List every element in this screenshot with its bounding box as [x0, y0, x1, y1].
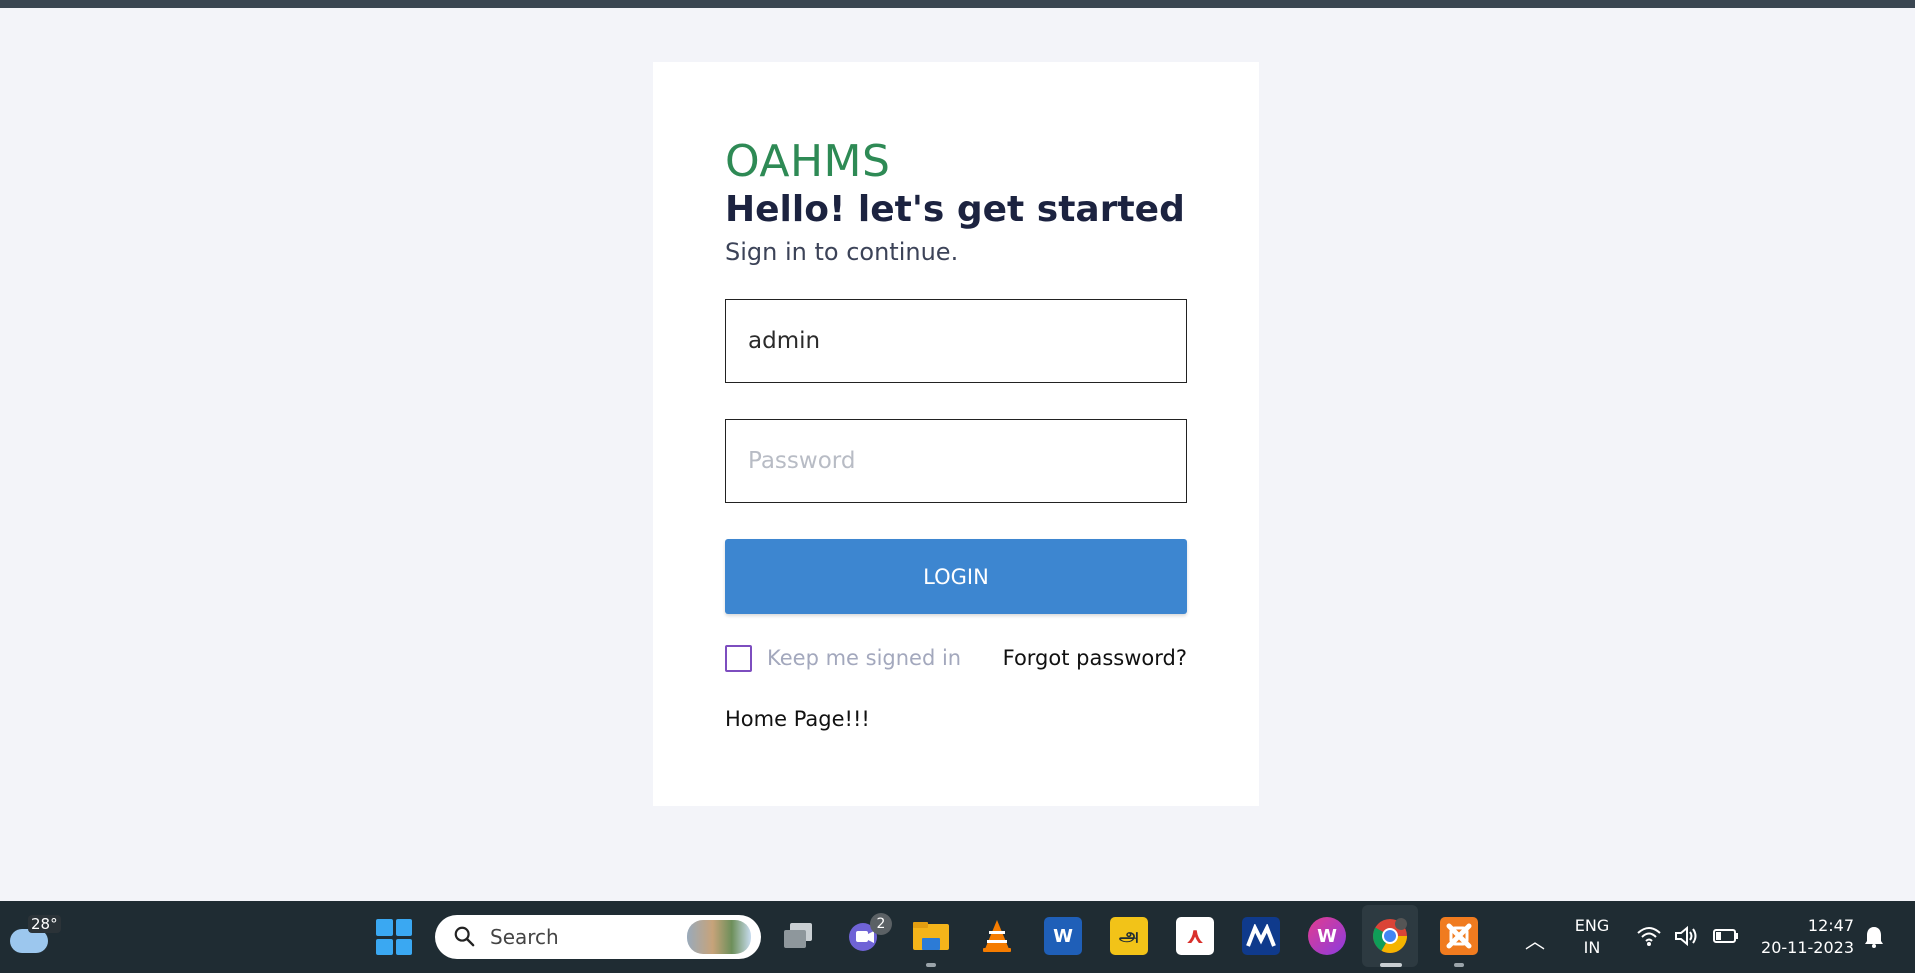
chrome-icon[interactable]	[1371, 917, 1409, 955]
login-page: OAHMS Hello! let's get started Sign in t…	[0, 8, 1915, 901]
pdf-reader-icon[interactable]: ⋏	[1176, 917, 1214, 955]
file-explorer-icon[interactable]	[912, 917, 950, 955]
search-placeholder: Search	[490, 925, 559, 949]
password-input[interactable]	[725, 419, 1187, 503]
battery-icon	[1713, 929, 1738, 943]
login-button[interactable]: LOGIN	[725, 539, 1187, 614]
subtitle: Sign in to continue.	[725, 238, 959, 266]
search-icon	[454, 926, 475, 947]
tamil-font-icon[interactable]: அ	[1110, 917, 1148, 955]
wifi-icon	[1637, 927, 1661, 946]
start-icon[interactable]	[376, 919, 412, 955]
task-view-icon[interactable]	[780, 917, 818, 955]
weather-temp: 28°	[28, 915, 61, 933]
chevron-up-icon[interactable]: ︿	[1525, 925, 1545, 954]
meraki-icon[interactable]	[1242, 917, 1280, 955]
clock-date: 20-11-2023	[1761, 938, 1854, 957]
teams-badge: 2	[870, 913, 892, 935]
explorer-running-indicator	[926, 963, 936, 967]
language-indicator[interactable]: ENG IN	[1572, 915, 1612, 959]
region-code: IN	[1583, 938, 1601, 957]
login-card: OAHMS Hello! let's get started Sign in t…	[653, 62, 1259, 806]
chrome-running-indicator	[1380, 963, 1402, 967]
remember-label[interactable]: Keep me signed in	[767, 646, 961, 670]
language-code: ENG	[1574, 916, 1610, 935]
brand-title: OAHMS	[725, 136, 891, 187]
username-input[interactable]	[725, 299, 1187, 383]
browser-top-strip	[0, 0, 1915, 8]
headline: Hello! let's get started	[725, 189, 1185, 230]
remember-me[interactable]: Keep me signed in	[725, 643, 961, 673]
remember-checkbox[interactable]	[725, 644, 752, 672]
xampp-running-indicator	[1454, 963, 1464, 967]
system-tray[interactable]	[1636, 925, 1740, 947]
vlc-icon[interactable]	[978, 917, 1016, 955]
taskbar: 28° Search 2 W அ ⋏ W ︿ ENG IN 12:47 20-1…	[0, 901, 1915, 973]
clock-time: 12:47	[1807, 916, 1854, 935]
xampp-icon[interactable]	[1440, 917, 1478, 955]
taskbar-search[interactable]: Search	[435, 915, 761, 959]
volume-icon	[1675, 925, 1697, 947]
notification-bell-icon[interactable]	[1862, 925, 1886, 949]
forgot-password-link[interactable]: Forgot password?	[1003, 646, 1187, 670]
search-highlight-image	[687, 920, 751, 954]
home-page-link[interactable]: Home Page!!!	[725, 707, 870, 731]
word-icon[interactable]: W	[1044, 917, 1082, 955]
weather-widget[interactable]: 28°	[8, 913, 61, 959]
wps-office-icon[interactable]: W	[1308, 917, 1346, 955]
clock[interactable]: 12:47 20-11-2023	[1750, 915, 1854, 959]
